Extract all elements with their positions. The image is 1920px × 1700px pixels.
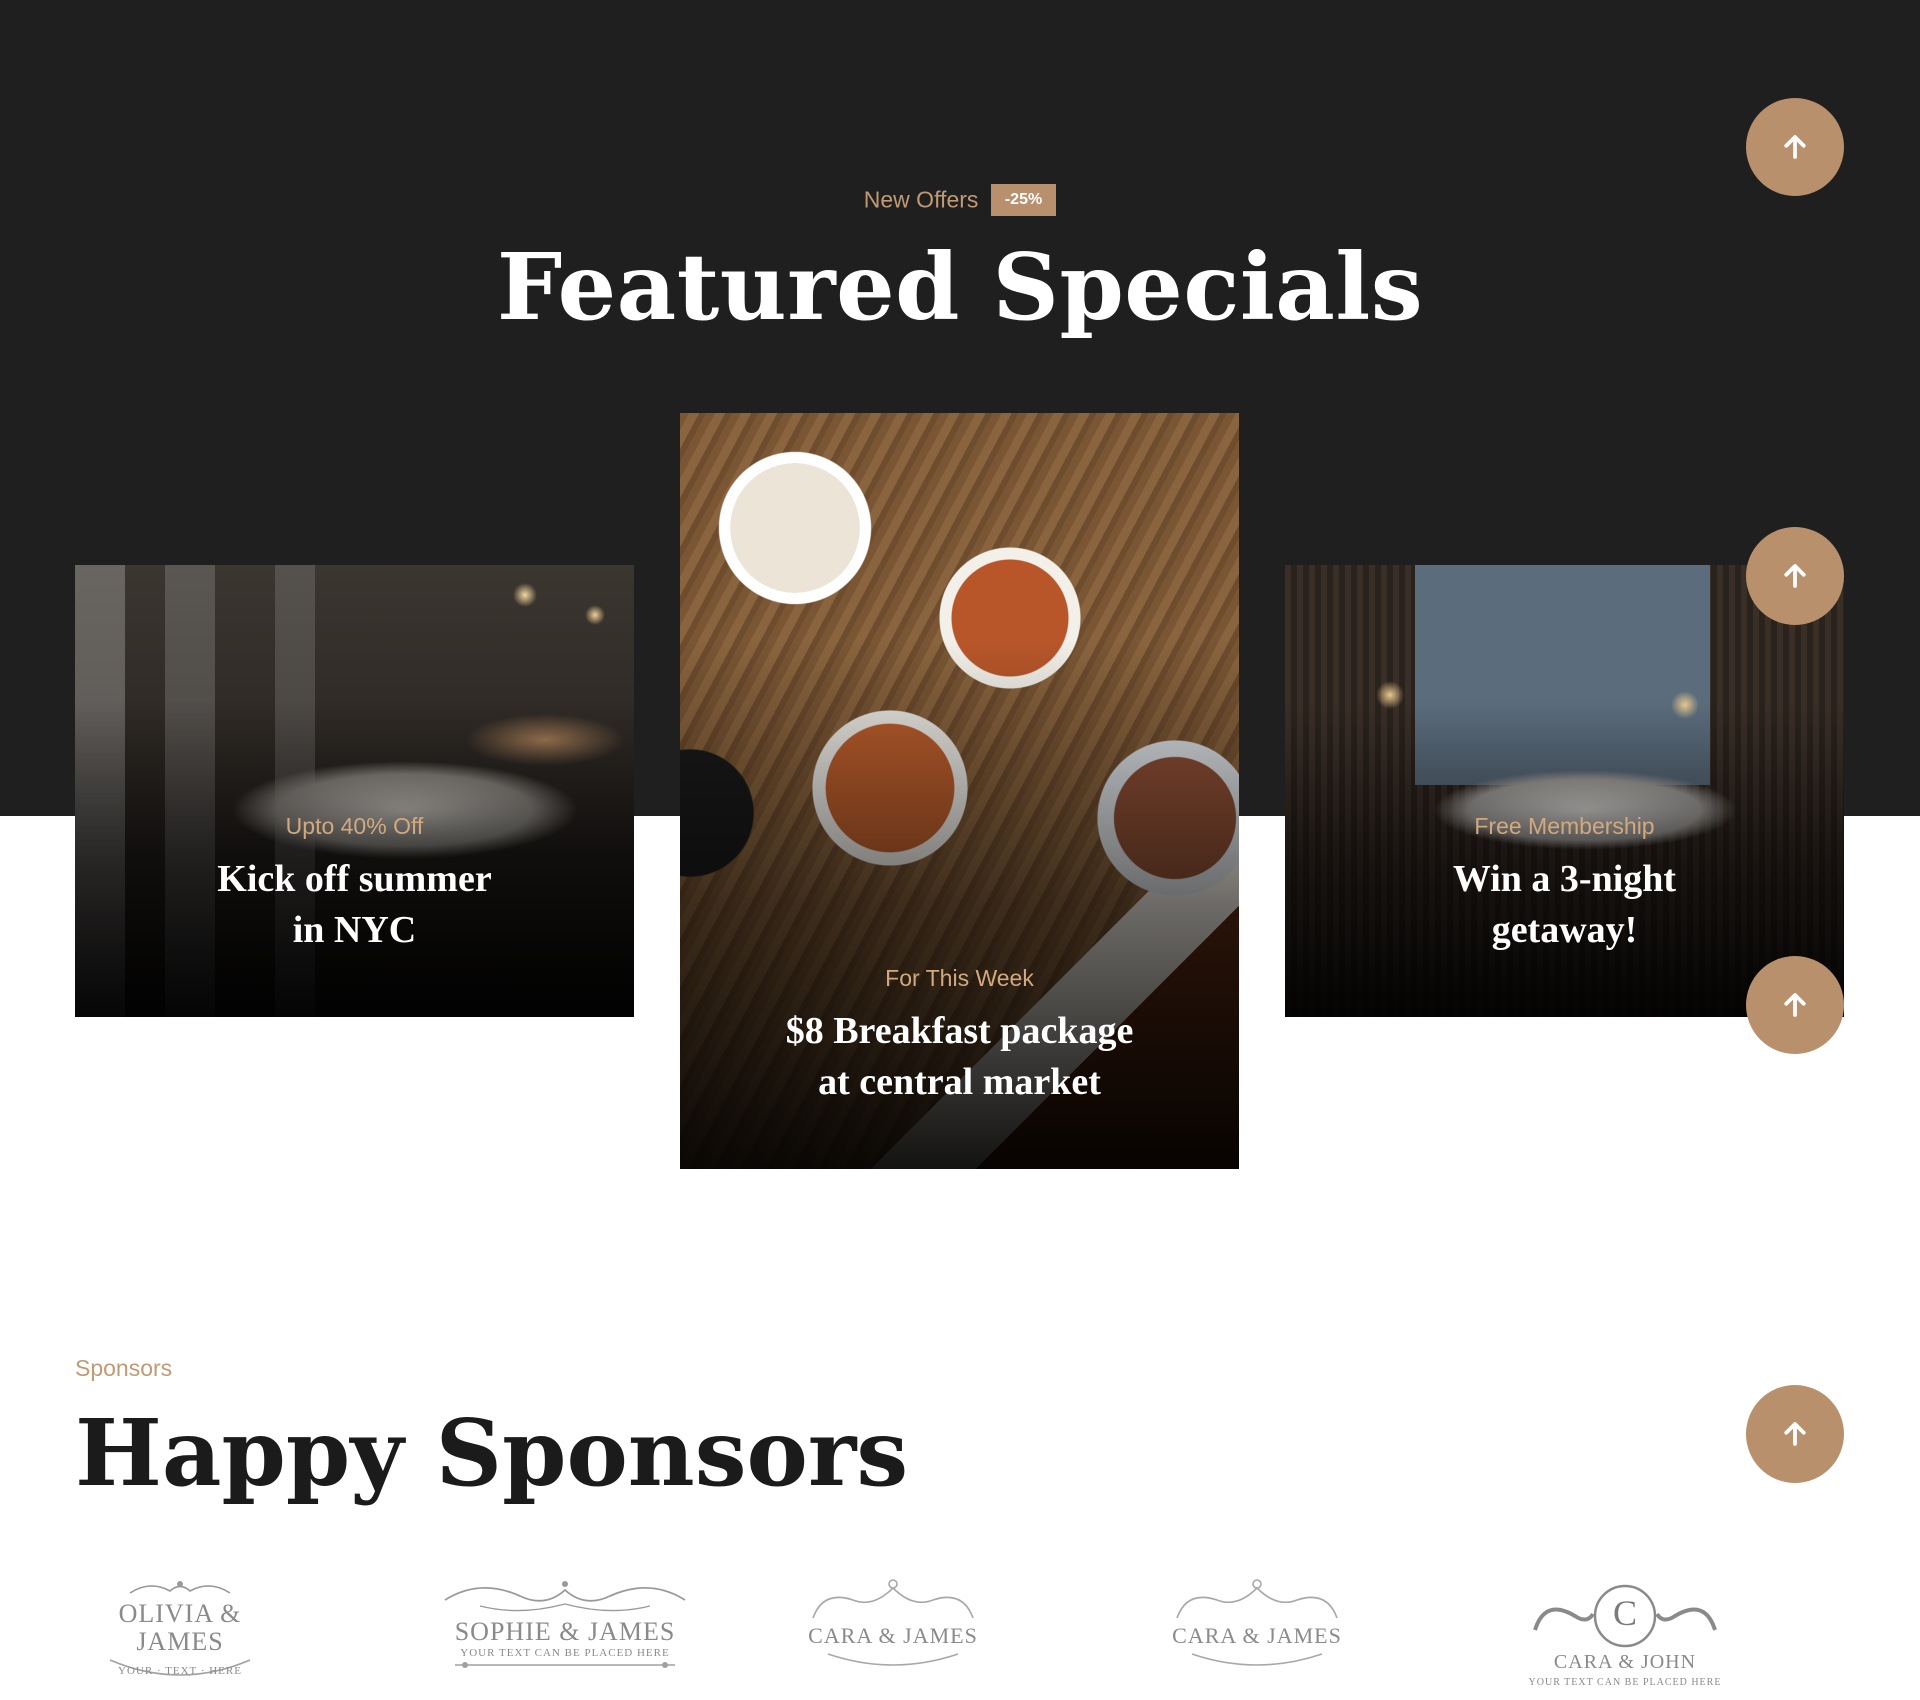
card-tag: Upto 40% Off <box>285 813 424 839</box>
happy-sponsors-title: Happy Sponsors <box>75 1399 909 1507</box>
sponsor-tagline: YOUR TEXT CAN BE PLACED HERE <box>1528 1677 1722 1688</box>
sponsor-tagline: YOUR · TEXT · HERE <box>118 1665 242 1677</box>
card-headline[interactable]: Win a 3-night getaway! <box>1285 854 1844 956</box>
sponsor-name: CARA & JAMES <box>808 1623 978 1648</box>
sponsor-tagline: YOUR TEXT CAN BE PLACED HERE <box>460 1647 670 1659</box>
sponsor-logo[interactable]: OLIVIA & JAMES YOUR · TEXT · HERE <box>75 1578 285 1678</box>
flourish-ornament <box>444 1581 686 1612</box>
arrow-up-icon <box>1784 1422 1806 1446</box>
flourish-ornament <box>129 1581 231 1594</box>
arrow-up-icon <box>1784 564 1806 588</box>
offers-eyebrow: New Offers <box>863 186 979 213</box>
sponsor-logo[interactable]: SOPHIE & JAMES YOUR TEXT CAN BE PLACED H… <box>435 1578 695 1670</box>
sponsor-logo[interactable]: CARA & JAMES <box>1162 1578 1352 1668</box>
sponsor-name: OLIVIA & JAMES <box>118 1599 242 1656</box>
special-card-breakfast[interactable]: For This Week $8 Breakfast package at ce… <box>680 413 1239 1169</box>
card-headline[interactable]: Kick off summer in NYC <box>75 854 634 956</box>
special-card-summer[interactable]: Upto 40% Off Kick off summer in NYC <box>75 565 634 1017</box>
card-headline[interactable]: $8 Breakfast package at central market <box>680 1006 1239 1108</box>
scroll-to-top-button[interactable] <box>1746 956 1844 1054</box>
arrow-up-icon <box>1784 135 1806 159</box>
monogram-emblem: C <box>1520 1578 1730 1648</box>
special-card-getaway[interactable]: Free Membership Win a 3-night getaway! <box>1285 565 1844 1017</box>
card-caption: Free Membership Win a 3-night getaway! <box>1285 813 1844 956</box>
featured-specials-title: Featured Specials <box>496 233 1424 341</box>
scroll-to-top-button[interactable] <box>1746 527 1844 625</box>
sponsors-eyebrow: Sponsors <box>75 1355 173 1381</box>
card-caption: For This Week $8 Breakfast package at ce… <box>680 965 1239 1108</box>
sponsor-name: CARA & JOHN <box>1553 1651 1697 1673</box>
flourish-ornament <box>1176 1579 1338 1619</box>
card-tag: Free Membership <box>1474 813 1655 839</box>
flourish-ornament <box>812 1579 974 1619</box>
scroll-to-top-button[interactable] <box>1746 1385 1844 1483</box>
sponsor-logo[interactable]: C CARA & JOHN YOUR TEXT CAN BE PLACED HE… <box>1520 1578 1730 1690</box>
sponsor-name: SOPHIE & JAMES <box>454 1617 676 1646</box>
monogram-letter: C <box>1612 1593 1637 1633</box>
sponsor-logo[interactable]: CARA & JAMES <box>798 1578 988 1668</box>
card-caption: Upto 40% Off Kick off summer in NYC <box>75 813 634 956</box>
arrow-up-icon <box>1784 993 1806 1017</box>
card-tag: For This Week <box>885 965 1034 991</box>
sponsor-name: CARA & JAMES <box>1172 1623 1342 1648</box>
discount-badge: -25% <box>990 184 1057 216</box>
scroll-to-top-button[interactable] <box>1746 98 1844 196</box>
divider-ornament <box>455 1662 675 1668</box>
flourish-ornament <box>827 1653 959 1666</box>
offers-eyebrow-row: New Offers -25% <box>0 184 1920 216</box>
flourish-ornament <box>1191 1653 1323 1666</box>
